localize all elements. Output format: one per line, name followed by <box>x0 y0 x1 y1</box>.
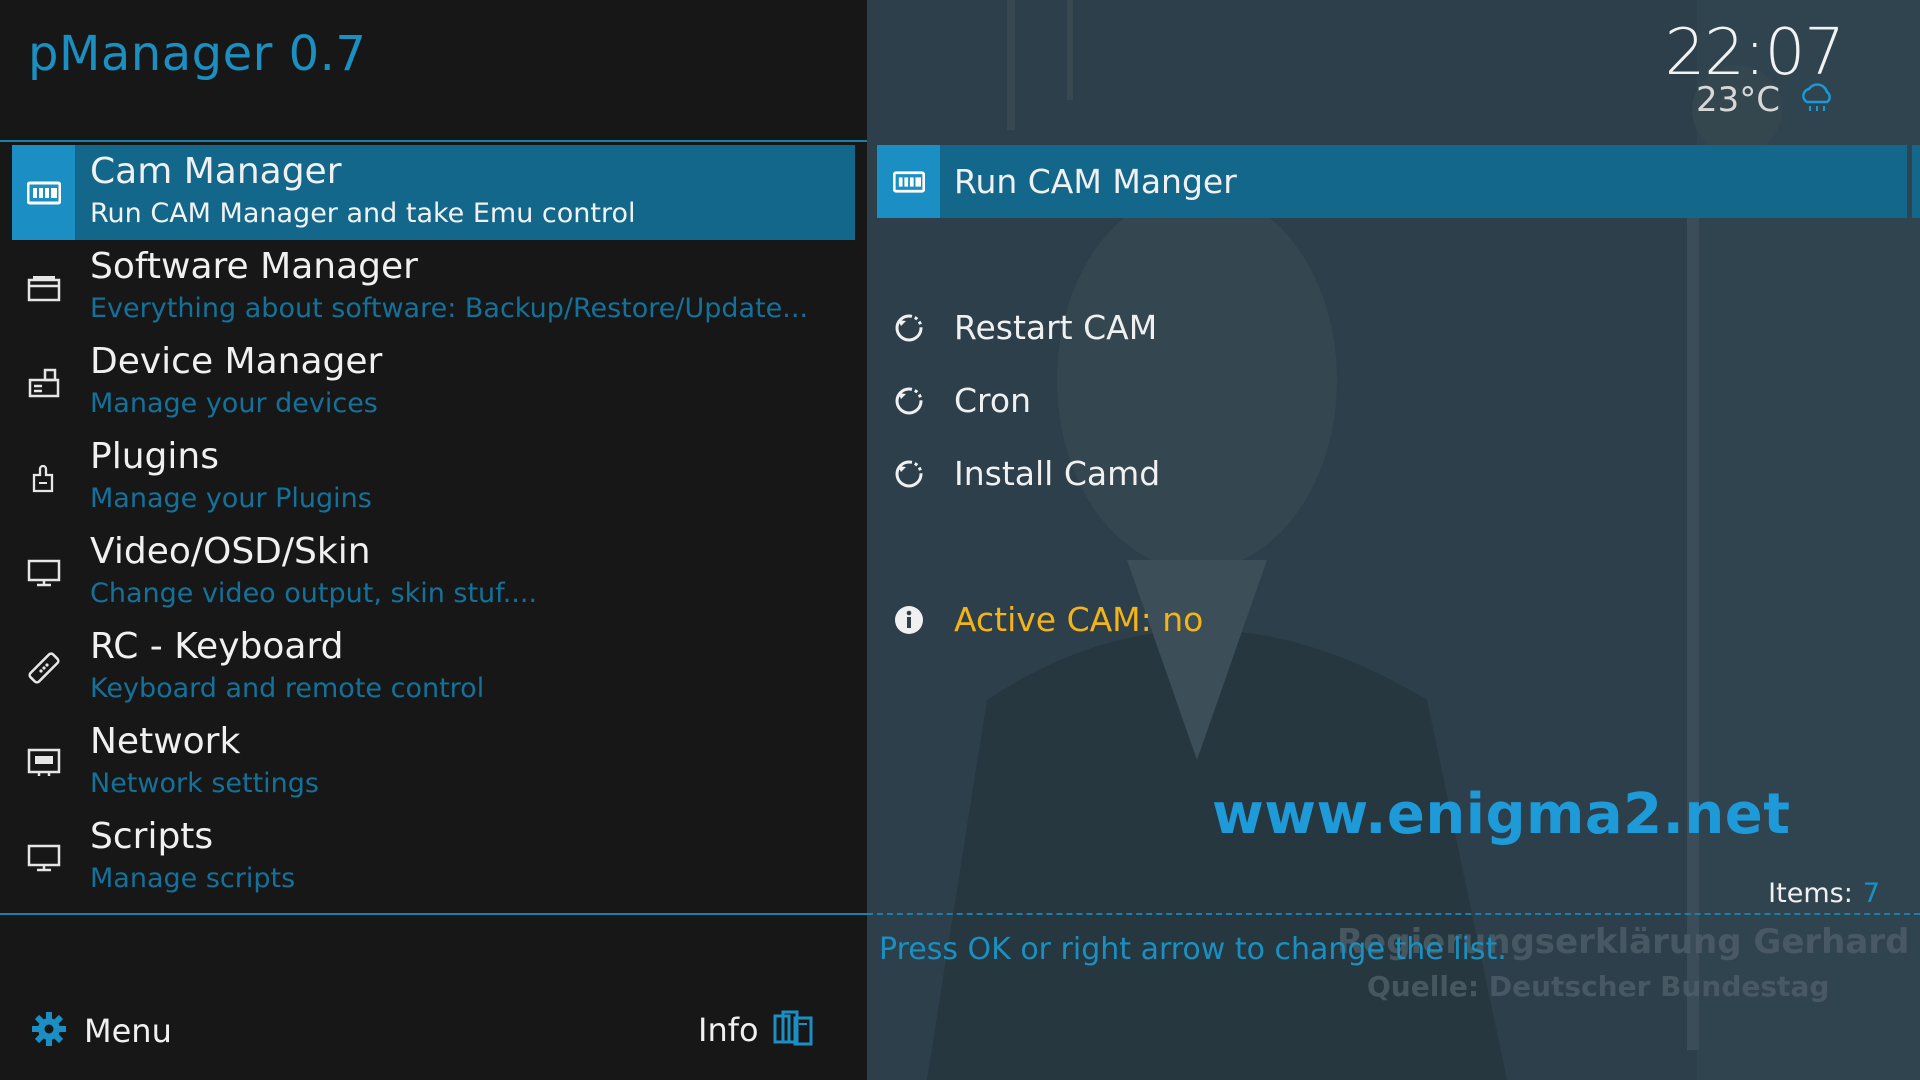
clock: 22:07 <box>1664 16 1845 90</box>
plugin-icon <box>12 430 75 525</box>
action-label: Restart CAM <box>954 308 1158 347</box>
menu-item-title: Video/OSD/Skin <box>90 531 371 572</box>
network-icon <box>12 715 75 810</box>
cam-card-icon <box>877 145 940 218</box>
action-label: Run CAM Manger <box>954 162 1237 201</box>
action-cron[interactable]: Cron <box>877 364 1907 437</box>
rain-cloud-icon <box>1798 82 1836 118</box>
menu-item-desc: Manage your Plugins <box>90 483 372 514</box>
menu-item-scripts[interactable]: Scripts Manage scripts <box>12 810 855 905</box>
right-panel: 22:07 23°C Run CAM Manger Restart CAM Cr… <box>867 0 1920 1080</box>
menu-item-desc: Run CAM Manager and take Emu control <box>90 198 636 229</box>
software-box-icon <box>12 240 75 335</box>
menu-item-network[interactable]: Network Network settings <box>12 715 855 810</box>
info-pages-icon <box>773 1010 813 1050</box>
weather-row: 23°C <box>1696 80 1836 120</box>
temperature: 23°C <box>1695 80 1780 120</box>
menu-item-cam-manager[interactable]: Cam Manager Run CAM Manager and take Emu… <box>12 145 855 240</box>
items-count-label: Items: <box>1768 878 1853 909</box>
selection-edge <box>1912 145 1920 218</box>
action-label: Install Camd <box>954 454 1161 493</box>
menu-item-desc: Manage scripts <box>90 863 296 894</box>
footer-divider <box>0 913 867 915</box>
menu-item-title: RC - Keyboard <box>90 626 344 667</box>
menu-item-title: Device Manager <box>90 341 383 382</box>
footer-bar: Menu Info <box>0 990 867 1060</box>
refresh-icon <box>877 437 940 510</box>
refresh-icon <box>877 364 940 437</box>
info-icon <box>877 583 940 656</box>
footer-dashed-divider <box>867 913 1920 915</box>
menu-item-title: Software Manager <box>90 246 418 287</box>
scripts-monitor-icon <box>12 810 75 905</box>
remote-icon <box>12 620 75 715</box>
action-list: Run CAM Manger Restart CAM Cron Install … <box>877 145 1907 656</box>
menu-item-desc: Network settings <box>90 768 319 799</box>
menu-item-desc: Everything about software: Backup/Restor… <box>90 293 809 324</box>
info-button[interactable]: Info <box>698 1010 813 1050</box>
menu-item-software-manager[interactable]: Software Manager Everything about softwa… <box>12 240 855 335</box>
menu-button[interactable]: Menu <box>30 1010 172 1052</box>
main-menu-list: Cam Manager Run CAM Manager and take Emu… <box>12 145 855 905</box>
menu-item-rc-keyboard[interactable]: RC - Keyboard Keyboard and remote contro… <box>12 620 855 715</box>
status-active-cam[interactable]: Active CAM: no <box>877 583 1907 656</box>
action-install-camd[interactable]: Install Camd <box>877 437 1907 510</box>
info-label: Info <box>698 1011 759 1049</box>
action-restart-cam[interactable]: Restart CAM <box>877 291 1907 364</box>
items-count: Items: 7 <box>1768 878 1880 909</box>
left-panel: pManager 0.7 Cam Manager Run CAM Manager… <box>0 0 867 1080</box>
monitor-icon <box>12 525 75 620</box>
menu-label: Menu <box>84 1012 172 1050</box>
menu-item-plugins[interactable]: Plugins Manage your Plugins <box>12 430 855 525</box>
menu-item-desc: Keyboard and remote control <box>90 673 485 704</box>
menu-item-title: Cam Manager <box>90 151 342 192</box>
menu-item-desc: Change video output, skin stuf.... <box>90 578 538 609</box>
active-cam-status: Active CAM: no <box>954 600 1204 639</box>
menu-item-title: Plugins <box>90 436 219 477</box>
menu-item-video-osd-skin[interactable]: Video/OSD/Skin Change video output, skin… <box>12 525 855 620</box>
menu-item-device-manager[interactable]: Device Manager Manage your devices <box>12 335 855 430</box>
menu-item-title: Scripts <box>90 816 214 857</box>
action-run-cam-manager[interactable]: Run CAM Manger <box>877 145 1907 218</box>
gear-icon <box>30 1010 68 1052</box>
app-title: pManager 0.7 <box>28 26 367 82</box>
hint-text: Press OK or right arrow to change the li… <box>879 932 1507 967</box>
cam-card-icon <box>12 145 75 240</box>
items-count-value: 7 <box>1862 878 1880 909</box>
header-divider <box>0 140 867 142</box>
action-label: Cron <box>954 381 1031 420</box>
background-caption-line2: Quelle: Deutscher Bundestag <box>1367 970 1830 1003</box>
menu-item-desc: Manage your devices <box>90 388 378 419</box>
device-icon <box>12 335 75 430</box>
refresh-icon <box>877 291 940 364</box>
menu-item-title: Network <box>90 721 241 762</box>
website-watermark: www.enigma2.net <box>1212 782 1791 847</box>
